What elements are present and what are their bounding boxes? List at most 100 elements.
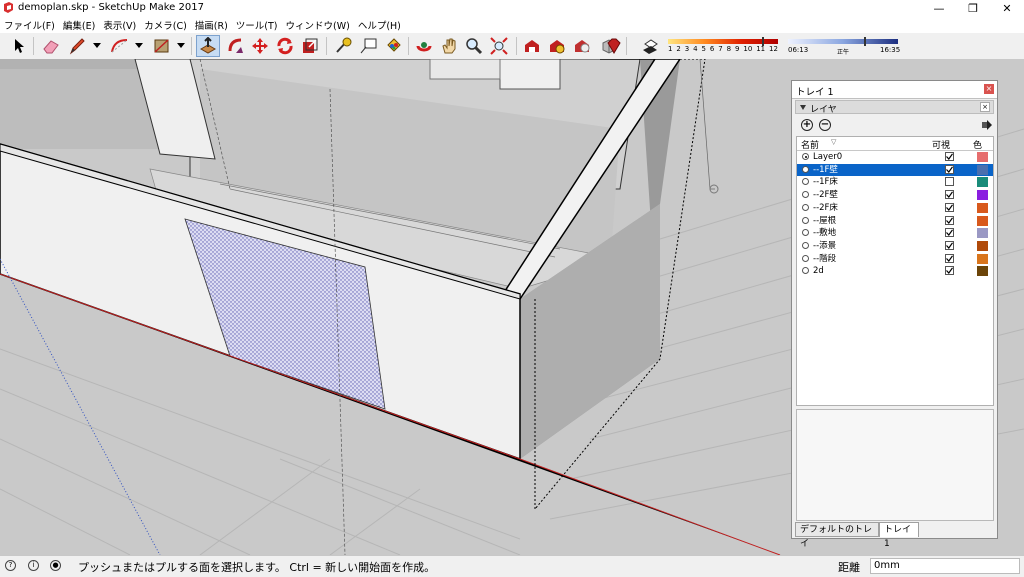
layer-row[interactable]: --添景 bbox=[797, 240, 993, 252]
active-layer-radio[interactable] bbox=[802, 165, 809, 173]
measurements-input[interactable]: 0mm bbox=[870, 558, 1020, 574]
column-header-color[interactable]: 色 bbox=[973, 138, 982, 151]
active-layer-radio[interactable] bbox=[802, 216, 809, 224]
zoom-tool-button[interactable] bbox=[464, 36, 484, 56]
layer-name[interactable]: 2d bbox=[813, 265, 824, 277]
layer-name[interactable]: --添景 bbox=[813, 240, 836, 252]
layer-color-swatch[interactable] bbox=[977, 266, 988, 277]
info-icon[interactable]: i bbox=[28, 560, 39, 571]
line-tool-button[interactable] bbox=[67, 36, 87, 56]
layer-name[interactable]: --敷地 bbox=[813, 227, 836, 239]
layer-visible-checkbox[interactable] bbox=[945, 266, 954, 276]
layer-visible-checkbox[interactable] bbox=[945, 240, 954, 250]
active-layer-radio[interactable] bbox=[802, 191, 809, 199]
layer-color-swatch[interactable] bbox=[977, 202, 988, 213]
layer-visible-checkbox[interactable] bbox=[945, 164, 954, 174]
orbit-tool-button[interactable] bbox=[414, 36, 434, 56]
tape-measure-tool-button[interactable] bbox=[333, 36, 353, 56]
layer-color-swatch[interactable] bbox=[977, 253, 988, 264]
restore-button[interactable]: ❐ bbox=[956, 0, 990, 16]
layer-name[interactable]: --階段 bbox=[813, 253, 836, 265]
shape-dropdown-icon[interactable] bbox=[177, 43, 185, 48]
layer-name[interactable]: --屋根 bbox=[813, 215, 836, 227]
layer-visible-checkbox[interactable] bbox=[945, 253, 954, 263]
shadow-toggle-button[interactable] bbox=[640, 36, 660, 56]
shadow-time-slider[interactable]: 06:13 正午 16:35 bbox=[788, 37, 900, 57]
menu-help[interactable]: ヘルプ(H) bbox=[354, 18, 405, 32]
layer-visible-checkbox[interactable] bbox=[945, 215, 954, 225]
zoom-extents-tool-button[interactable] bbox=[489, 36, 509, 56]
layer-visible-checkbox[interactable] bbox=[945, 190, 954, 200]
collapse-triangle-icon[interactable] bbox=[800, 105, 806, 110]
delete-layer-button[interactable]: − bbox=[819, 119, 831, 131]
close-window-button[interactable]: ✕ bbox=[990, 0, 1024, 16]
layer-row[interactable]: --1F床 bbox=[797, 176, 993, 188]
tab-default-tray[interactable]: デフォルトのトレイ bbox=[795, 522, 879, 549]
tray-close-button[interactable]: × bbox=[984, 84, 994, 94]
menu-edit[interactable]: 編集(E) bbox=[59, 18, 99, 32]
layer-color-swatch[interactable] bbox=[977, 215, 988, 226]
rectangle-tool-button[interactable] bbox=[152, 36, 172, 56]
push-pull-tool-button[interactable] bbox=[196, 35, 220, 57]
layer-name[interactable]: --1F壁 bbox=[813, 164, 838, 176]
3d-warehouse-button[interactable] bbox=[522, 36, 542, 56]
layer-name[interactable]: --1F床 bbox=[813, 176, 838, 188]
layer-row[interactable]: Layer0 bbox=[797, 151, 993, 163]
active-layer-radio[interactable] bbox=[802, 241, 809, 249]
shadow-month-slider[interactable]: 1 2 3 4 5 6 7 8 9 10 11 12 bbox=[668, 37, 778, 53]
menu-draw[interactable]: 描画(R) bbox=[191, 18, 232, 32]
time-slider-thumb[interactable] bbox=[864, 37, 866, 46]
active-layer-radio[interactable] bbox=[802, 178, 809, 186]
menu-view[interactable]: 表示(V) bbox=[99, 18, 140, 32]
layer-visible-checkbox[interactable] bbox=[945, 228, 954, 238]
layer-color-swatch[interactable] bbox=[977, 177, 988, 188]
layer-row[interactable]: --2F床 bbox=[797, 202, 993, 214]
active-layer-radio[interactable] bbox=[802, 203, 809, 211]
extension-manager-button[interactable] bbox=[604, 36, 624, 56]
layer-row[interactable]: --2F壁 bbox=[797, 189, 993, 201]
layer-visible-checkbox[interactable] bbox=[945, 152, 954, 161]
layer-color-swatch[interactable] bbox=[977, 240, 988, 251]
line-dropdown-icon[interactable] bbox=[93, 43, 101, 48]
pan-tool-button[interactable] bbox=[439, 36, 459, 56]
minimize-button[interactable]: — bbox=[922, 0, 956, 16]
layer-name[interactable]: Layer0 bbox=[813, 151, 842, 163]
scale-tool-button[interactable] bbox=[300, 36, 320, 56]
layer-row[interactable]: 2d bbox=[797, 265, 993, 277]
extension-warehouse-button[interactable] bbox=[547, 36, 567, 56]
user-account-icon[interactable]: ● bbox=[50, 560, 61, 571]
active-layer-radio[interactable] bbox=[802, 229, 809, 237]
layer-row[interactable]: --屋根 bbox=[797, 215, 993, 227]
add-layer-button[interactable]: + bbox=[801, 119, 813, 131]
details-arrow-icon[interactable] bbox=[981, 119, 993, 131]
layer-color-swatch[interactable] bbox=[977, 152, 988, 162]
tab-tray-1[interactable]: トレイ 1 bbox=[879, 522, 919, 549]
layer-name[interactable]: --2F床 bbox=[813, 202, 838, 214]
panel-close-button[interactable]: × bbox=[980, 102, 990, 112]
column-header-visible[interactable]: 可視 bbox=[932, 138, 950, 151]
menu-file[interactable]: ファイル(F) bbox=[0, 18, 59, 32]
layers-panel-header[interactable]: レイヤ × bbox=[795, 100, 994, 115]
select-tool-button[interactable] bbox=[9, 36, 29, 56]
share-model-button[interactable] bbox=[572, 36, 592, 56]
arc-dropdown-icon[interactable] bbox=[135, 43, 143, 48]
layer-visible-checkbox[interactable] bbox=[945, 202, 954, 212]
menu-tools[interactable]: ツール(T) bbox=[232, 18, 282, 32]
layer-row[interactable]: --階段 bbox=[797, 253, 993, 265]
layer-row[interactable]: --敷地 bbox=[797, 227, 993, 239]
geo-location-icon[interactable]: ? bbox=[5, 560, 16, 571]
text-tool-button[interactable] bbox=[358, 36, 378, 56]
layer-color-swatch[interactable] bbox=[977, 228, 988, 239]
move-tool-button[interactable] bbox=[250, 36, 270, 56]
layer-row[interactable]: --1F壁 bbox=[797, 163, 993, 176]
eraser-tool-button[interactable] bbox=[41, 36, 61, 56]
active-layer-radio[interactable] bbox=[802, 254, 809, 262]
column-header-name[interactable]: 名前 bbox=[801, 138, 819, 151]
follow-me-tool-button[interactable] bbox=[226, 36, 246, 56]
layer-color-swatch[interactable] bbox=[977, 164, 988, 175]
menu-window[interactable]: ウィンドウ(W) bbox=[282, 18, 354, 32]
layer-visible-checkbox[interactable] bbox=[945, 177, 954, 187]
active-layer-radio[interactable] bbox=[802, 267, 809, 275]
layer-name[interactable]: --2F壁 bbox=[813, 189, 838, 201]
layer-color-swatch[interactable] bbox=[977, 190, 988, 201]
